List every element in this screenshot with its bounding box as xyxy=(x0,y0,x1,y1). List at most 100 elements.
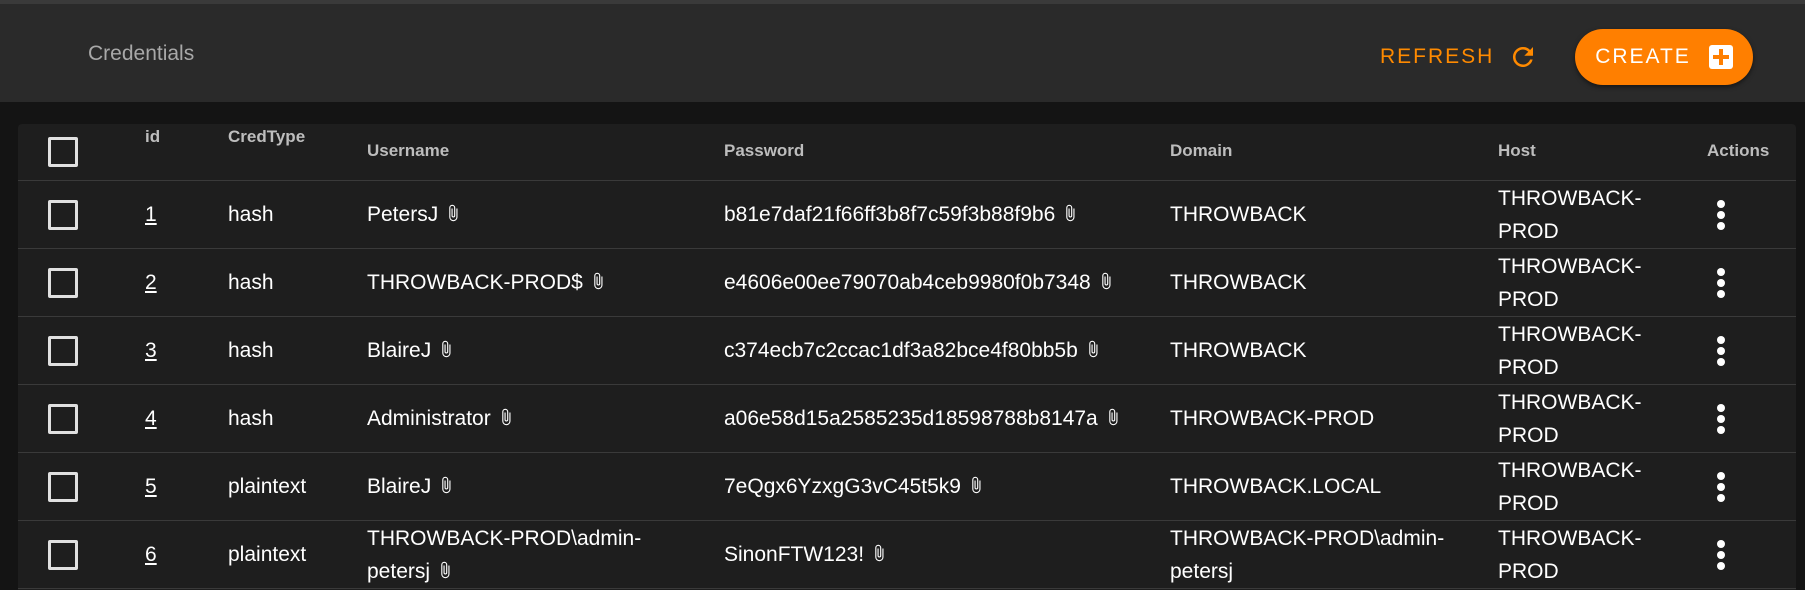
table-row: 1 hash PetersJ b81e7daf21f66ff3b8f7c59f3b88… xyxy=(18,181,1796,249)
domain-text: THROWBACK xyxy=(1170,203,1307,226)
paperclip-icon[interactable] xyxy=(589,269,607,291)
domain-cell: THROWBACK-PROD xyxy=(1170,385,1460,452)
paperclip-icon[interactable] xyxy=(1084,337,1102,359)
username-cell: THROWBACK-PROD$ xyxy=(367,249,677,316)
create-button[interactable]: CREATE xyxy=(1575,29,1753,85)
username-cell: PetersJ xyxy=(367,181,677,248)
row-checkbox[interactable] xyxy=(48,200,78,230)
row-checkbox[interactable] xyxy=(48,268,78,298)
password-cell: SinonFTW123! xyxy=(724,521,1154,588)
paperclip-icon[interactable] xyxy=(437,473,455,495)
username-text: THROWBACK-PROD\admin-petersj xyxy=(367,526,642,583)
domain-text: THROWBACK-PROD\admin-petersj xyxy=(1170,526,1445,583)
paperclip-icon[interactable] xyxy=(436,558,454,580)
row-checkbox[interactable] xyxy=(48,336,78,366)
column-header-id[interactable]: id xyxy=(145,127,160,147)
domain-text: THROWBACK xyxy=(1170,339,1307,362)
username-text: THROWBACK-PROD$ xyxy=(367,271,583,294)
credtype-cell: hash xyxy=(228,339,274,362)
id-link[interactable]: 2 xyxy=(145,266,157,299)
id-link[interactable]: 4 xyxy=(145,402,157,435)
password-text: c374ecb7c2ccac1df3a82bce4f80bb5b xyxy=(724,339,1078,362)
domain-text: THROWBACK.LOCAL xyxy=(1170,475,1382,498)
page-title: Credentials xyxy=(88,42,195,65)
id-cell: 2 xyxy=(145,249,157,316)
paperclip-icon[interactable] xyxy=(967,473,985,495)
id-cell: 1 xyxy=(145,181,157,248)
column-header-host[interactable]: Host xyxy=(1498,141,1536,161)
password-cell: c374ecb7c2ccac1df3a82bce4f80bb5b xyxy=(724,317,1154,384)
host-cell: THROWBACK- PROD xyxy=(1498,249,1658,316)
id-cell: 4 xyxy=(145,385,157,452)
id-link[interactable]: 1 xyxy=(145,198,157,231)
host-cell: THROWBACK- PROD xyxy=(1498,453,1658,520)
id-link[interactable]: 6 xyxy=(145,538,157,571)
table-row: 6 plaintext THROWBACK-PROD\admin-petersj Si… xyxy=(18,521,1796,589)
domain-cell: THROWBACK xyxy=(1170,181,1460,248)
more-vert-icon[interactable] xyxy=(1716,336,1726,366)
more-vert-icon[interactable] xyxy=(1716,404,1726,434)
table-header: id CredType Username Password Domain Hos… xyxy=(18,124,1796,181)
domain-cell: THROWBACK xyxy=(1170,317,1460,384)
paperclip-icon[interactable] xyxy=(437,337,455,359)
more-vert-icon[interactable] xyxy=(1716,472,1726,502)
host-text: THROWBACK- PROD xyxy=(1498,526,1642,583)
row-checkbox[interactable] xyxy=(48,472,78,502)
username-cell: Administrator xyxy=(367,385,677,452)
id-cell: 5 xyxy=(145,453,157,520)
domain-text: THROWBACK xyxy=(1170,271,1307,294)
host-text: THROWBACK- PROD xyxy=(1498,186,1642,243)
id-link[interactable]: 3 xyxy=(145,334,157,367)
username-text: PetersJ xyxy=(367,203,439,226)
username-cell: BlaireJ xyxy=(367,317,677,384)
add-box-icon xyxy=(1708,45,1733,69)
domain-cell: THROWBACK.LOCAL xyxy=(1170,453,1460,520)
paperclip-icon[interactable] xyxy=(870,541,888,563)
username-text: Administrator xyxy=(367,407,491,430)
more-vert-icon[interactable] xyxy=(1716,268,1726,298)
password-cell: e4606e00ee79070ab4ceb9980f0b7348 xyxy=(724,249,1154,316)
domain-cell: THROWBACK xyxy=(1170,249,1460,316)
host-cell: THROWBACK- PROD xyxy=(1498,317,1658,384)
username-cell: THROWBACK-PROD\admin-petersj xyxy=(367,521,677,588)
paperclip-icon[interactable] xyxy=(1097,269,1115,291)
more-vert-icon[interactable] xyxy=(1716,540,1726,570)
credtype-cell: plaintext xyxy=(228,543,307,566)
password-text: 7eQgx6YzxgG3vC45t5k9 xyxy=(724,475,961,498)
username-text: BlaireJ xyxy=(367,475,432,498)
host-cell: THROWBACK- PROD xyxy=(1498,181,1658,248)
refresh-icon xyxy=(1513,46,1534,67)
column-header-credtype[interactable]: CredType xyxy=(228,127,305,147)
create-button-label: CREATE xyxy=(1595,45,1691,68)
paperclip-icon[interactable] xyxy=(1104,405,1122,427)
host-cell: THROWBACK- PROD xyxy=(1498,385,1658,452)
table-row: 4 hash Administrator a06e58d15a2585235d1859… xyxy=(18,385,1796,453)
app-header: Credentials REFRESH CREATE xyxy=(0,0,1805,102)
domain-cell: THROWBACK-PROD\admin-petersj xyxy=(1170,521,1460,588)
table-row: 2 hash THROWBACK-PROD$ e4606e00ee79070ab4ce… xyxy=(18,249,1796,317)
refresh-button[interactable]: REFRESH xyxy=(1380,34,1538,80)
column-header-username[interactable]: Username xyxy=(367,141,449,161)
more-vert-icon[interactable] xyxy=(1716,200,1726,230)
column-header-actions: Actions xyxy=(1707,141,1770,160)
password-text: e4606e00ee79070ab4ceb9980f0b7348 xyxy=(724,271,1091,294)
id-link[interactable]: 5 xyxy=(145,470,157,503)
username-text: BlaireJ xyxy=(367,339,432,362)
id-cell: 3 xyxy=(145,317,157,384)
host-cell: THROWBACK- PROD xyxy=(1498,521,1658,588)
refresh-button-label: REFRESH xyxy=(1380,45,1495,68)
column-header-password[interactable]: Password xyxy=(724,141,804,161)
credtype-cell: hash xyxy=(228,271,274,294)
domain-text: THROWBACK-PROD xyxy=(1170,407,1375,430)
credtype-cell: hash xyxy=(228,203,274,226)
column-header-domain[interactable]: Domain xyxy=(1170,141,1232,161)
paperclip-icon[interactable] xyxy=(444,201,462,223)
row-checkbox[interactable] xyxy=(48,540,78,570)
row-checkbox[interactable] xyxy=(48,404,78,434)
paperclip-icon[interactable] xyxy=(1061,201,1079,223)
host-text: THROWBACK- PROD xyxy=(1498,458,1642,515)
password-text: b81e7daf21f66ff3b8f7c59f3b88f9b6 xyxy=(724,203,1056,226)
select-all-checkbox[interactable] xyxy=(48,137,78,167)
paperclip-icon[interactable] xyxy=(497,405,515,427)
host-text: THROWBACK- PROD xyxy=(1498,322,1642,379)
